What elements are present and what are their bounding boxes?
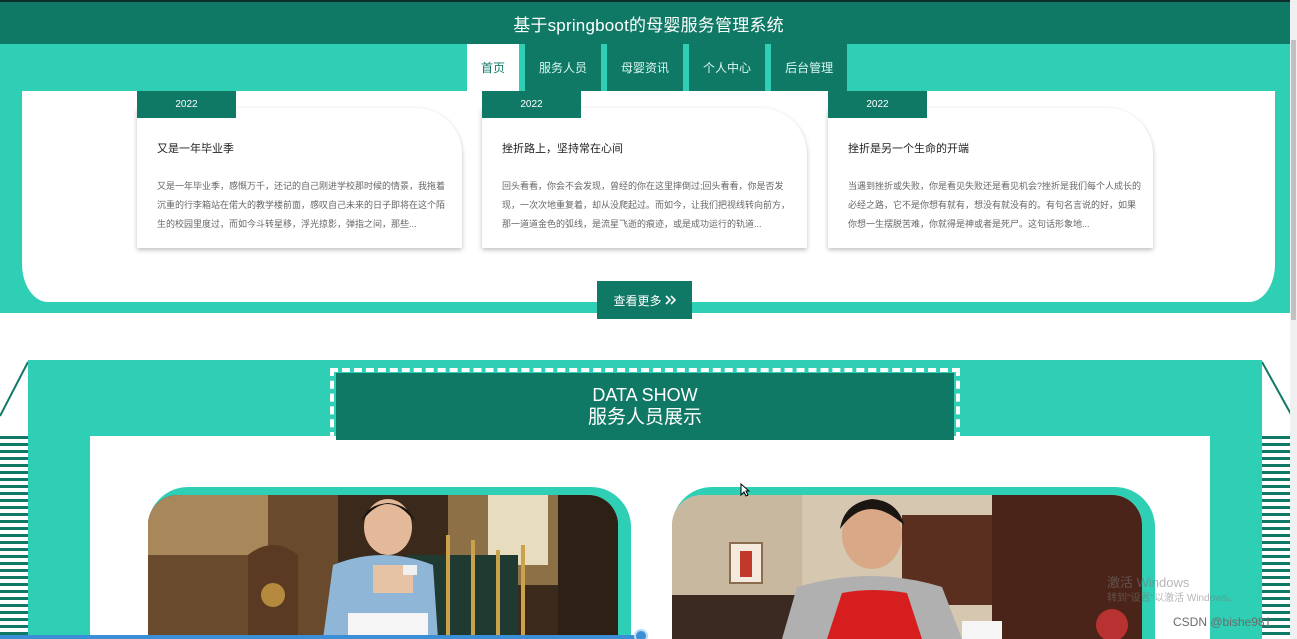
news-date-badge: 2022 [828,91,927,118]
site-header: 基于springboot的母婴服务管理系统 [0,0,1297,44]
main-nav: 首页 服务人员 母婴资讯 个人中心 后台管理 [0,44,1297,91]
data-show-side-right [1210,436,1262,639]
vertical-scrollbar-thumb[interactable] [1291,40,1296,320]
staff-photo[interactable] [148,495,618,639]
section-title: DATA SHOW 服务人员展示 [336,373,954,440]
nav-item-admin[interactable]: 后台管理 [771,44,848,91]
news-excerpt: 当遇到挫折或失败，你是看见失败还是看见机会?挫折是我们每个人成长的必经之路，它不… [848,181,1141,229]
view-more-label: 查看更多 [613,293,662,308]
nav-item-maternal-news[interactable]: 母婴资讯 [607,44,684,91]
news-card[interactable]: 又是一年毕业季 又是一年毕业季，感慨万千，还记的自己刚进学校那时候的情景，我拖着… [137,108,462,248]
nav-item-home[interactable]: 首页 [467,44,520,91]
site-title: 基于springboot的母婴服务管理系统 [513,15,784,35]
news-title[interactable]: 又是一年毕业季 [157,140,442,156]
csdn-credit: CSDN @bishe981 [1173,615,1272,629]
section-title-en: DATA SHOW [592,384,698,405]
staff-photo-image [148,495,618,639]
data-show-side-left [28,436,90,639]
mouse-cursor-icon [740,483,750,497]
news-title[interactable]: 挫折路上，坚持常在心间 [502,140,787,156]
windows-activation-watermark: 激活 Windows 转到"设置"以激活 Windows。 [1107,575,1237,607]
stripe-decoration-left [0,436,28,639]
staff-photo-image [672,495,1142,639]
page-progress-bar [0,635,640,639]
news-excerpt: 回头看看，你会不会发现，曾经的你在这里摔倒过;回头看看，你是否发现，一次次地重复… [502,181,791,229]
page-progress-knob[interactable] [634,629,648,639]
nav-list: 首页 服务人员 母婴资讯 个人中心 后台管理 [467,44,853,91]
nav-item-service-staff[interactable]: 服务人员 [525,44,602,91]
news-date-badge: 2022 [482,91,581,118]
news-date-badge: 2022 [137,91,236,118]
view-more-button[interactable]: 查看更多 [597,281,692,319]
nav-item-personal-center[interactable]: 个人中心 [689,44,766,91]
news-excerpt: 又是一年毕业季，感慨万千，还记的自己刚进学校那时候的情景，我拖着沉重的行李箱站在… [157,181,446,229]
watermark-line1: 激活 Windows [1107,575,1190,590]
news-card[interactable]: 挫折是另一个生命的开端 当遇到挫折或失败，你是看见失败还是看见机会?挫折是我们每… [828,108,1153,248]
staff-photo[interactable] [672,495,1142,639]
news-card[interactable]: 挫折路上，坚持常在心间 回头看看，你会不会发现，曾经的你在这里摔倒过;回头看看，… [482,108,807,248]
watermark-line2: 转到"设置"以激活 Windows。 [1107,593,1238,604]
double-chevron-right-icon [664,295,676,305]
section-title-zh: 服务人员展示 [587,406,702,428]
news-title[interactable]: 挫折是另一个生命的开端 [848,140,1133,156]
